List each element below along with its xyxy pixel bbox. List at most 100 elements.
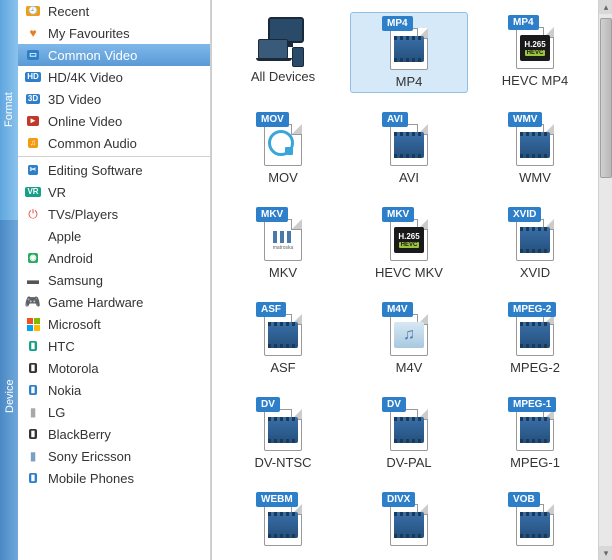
main-scrollbar[interactable]: ▴ ▾: [598, 0, 612, 560]
format-item-mpeg-1[interactable]: MPEG-1MPEG-1: [476, 394, 594, 473]
format-tag: XVID: [508, 207, 541, 222]
format-tag: MP4: [382, 16, 413, 31]
format-icon: WEBM: [254, 492, 312, 546]
format-label: DV-PAL: [386, 455, 431, 470]
sidebar-item-mobile-phones[interactable]: ▮Mobile Phones: [18, 467, 210, 489]
3d-icon: 3D: [24, 91, 42, 107]
format-item-wmv[interactable]: WMV WMV: [476, 109, 594, 188]
format-icon: MP4H.265HEVC: [506, 15, 564, 69]
sidebar-item-common-audio[interactable]: ♫Common Audio: [18, 132, 210, 154]
format-label: MKV: [269, 265, 297, 280]
format-tag: MKV: [256, 207, 288, 222]
format-label: DV-NTSC: [254, 455, 311, 470]
sidebar-tabs: Format Device: [0, 0, 18, 560]
sidebar-item-label: Motorola: [48, 361, 99, 376]
format-item-mpeg-2[interactable]: MPEG-2MPEG-2: [476, 299, 594, 378]
sidebar-item-label: Mobile Phones: [48, 471, 134, 486]
sidebar-item-apple[interactable]: Apple: [18, 225, 210, 247]
tab-device[interactable]: Device: [0, 220, 18, 560]
format-item-dv-pal[interactable]: DV DV-PAL: [350, 394, 468, 473]
sidebar-item-label: TVs/Players: [48, 207, 118, 222]
sidebar-item-tvs-players[interactable]: ⏻TVs/Players: [18, 203, 210, 225]
format-grid: All DevicesMP4MP4MP4H.265HEVCHEVC MP4MOV…: [216, 8, 608, 557]
format-item-divx[interactable]: DIVX: [350, 489, 468, 553]
sidebar-item-label: Microsoft: [48, 317, 101, 332]
format-icon: ASF: [254, 302, 312, 356]
format-icon: XVID: [506, 207, 564, 261]
microsoft-icon: [24, 316, 42, 332]
sidebar-item-label: Game Hardware: [48, 295, 143, 310]
format-item-all-devices[interactable]: All Devices: [224, 12, 342, 93]
sidebar-item-label: Common Audio: [48, 136, 137, 151]
scroll-up-button[interactable]: ▴: [599, 0, 612, 14]
format-icon: MOV: [254, 112, 312, 166]
format-icon: M4V♫: [380, 302, 438, 356]
sidebar-item-common-video[interactable]: ▭Common Video: [18, 44, 210, 66]
sidebar-item-lg[interactable]: ▮LG: [18, 401, 210, 423]
sidebar-item-3d-video[interactable]: 3D 3D Video: [18, 88, 210, 110]
sidebar-item-recent[interactable]: 🕘 Recent: [18, 0, 210, 22]
sidebar-item-android[interactable]: ◉ Android: [18, 247, 210, 269]
sidebar-item-microsoft[interactable]: Microsoft: [18, 313, 210, 335]
format-tag: MP4: [508, 15, 539, 30]
sidebar-item-label: HD/4K Video: [48, 70, 123, 85]
sidebar: Format Device 🕘 Recent ♥My Favourites▭Comm…: [0, 0, 212, 560]
format-label: WMV: [519, 170, 551, 185]
format-tag: WMV: [508, 112, 542, 127]
sidebar-item-hd-4k-video[interactable]: HDHD/4K Video: [18, 66, 210, 88]
sidebar-item-htc[interactable]: ▮HTC: [18, 335, 210, 357]
format-item-avi[interactable]: AVIAVI: [350, 109, 468, 188]
format-item-xvid[interactable]: XVIDXVID: [476, 204, 594, 283]
lg-icon: ▮: [24, 404, 42, 420]
format-icon: DV: [380, 397, 438, 451]
sidebar-item-samsung[interactable]: ▬Samsung: [18, 269, 210, 291]
format-label: MPEG-1: [510, 455, 560, 470]
format-icon: DIVX: [380, 492, 438, 546]
sidebar-item-game-hardware[interactable]: 🎮Game Hardware: [18, 291, 210, 313]
apple-icon: [24, 228, 42, 244]
format-item-asf[interactable]: ASF ASF: [224, 299, 342, 378]
format-item-dv-ntsc[interactable]: DV DV-NTSC: [224, 394, 342, 473]
format-grid-panel: All DevicesMP4MP4MP4H.265HEVCHEVC MP4MOV…: [212, 0, 612, 560]
tab-format[interactable]: Format: [0, 0, 18, 220]
sidebar-item-sony-ericsson[interactable]: ▮Sony Ericsson: [18, 445, 210, 467]
sidebar-item-label: Sony Ericsson: [48, 449, 131, 464]
sidebar-item-editing-software[interactable]: ✂Editing Software: [18, 159, 210, 181]
format-item-mp4[interactable]: MP4 MP4: [350, 12, 468, 93]
sidebar-item-label: Recent: [48, 4, 89, 19]
format-label: HEVC MKV: [375, 265, 443, 280]
format-item-hevc-mkv[interactable]: MKVH.265HEVCHEVC MKV: [350, 204, 468, 283]
format-item-vob[interactable]: VOB: [476, 489, 594, 553]
format-icon: MKVmatroska: [254, 207, 312, 261]
format-label: ASF: [270, 360, 295, 375]
format-label: M4V: [396, 360, 423, 375]
format-item-hevc-mp4[interactable]: MP4H.265HEVCHEVC MP4: [476, 12, 594, 93]
clock-icon: 🕘: [24, 3, 42, 19]
format-tag: MKV: [382, 207, 414, 222]
format-item-webm[interactable]: WEBM: [224, 489, 342, 553]
sidebar-item-nokia[interactable]: ▮ Nokia: [18, 379, 210, 401]
sidebar-item-motorola[interactable]: ▮Motorola: [18, 357, 210, 379]
format-label: MP4: [396, 74, 423, 89]
scroll-down-button[interactable]: ▾: [599, 546, 612, 560]
format-tag: DV: [256, 397, 280, 412]
sidebar-item-my-favourites[interactable]: ♥My Favourites: [18, 22, 210, 44]
android-icon: ◉: [24, 250, 42, 266]
sidebar-item-label: 3D Video: [48, 92, 101, 107]
sidebar-item-label: Android: [48, 251, 93, 266]
format-icon: WMV: [506, 112, 564, 166]
format-item-mov[interactable]: MOVMOV: [224, 109, 342, 188]
nokia-icon: ▮: [24, 382, 42, 398]
format-label: AVI: [399, 170, 419, 185]
scroll-thumb[interactable]: [600, 18, 612, 178]
sidebar-item-vr[interactable]: VRVR: [18, 181, 210, 203]
blackberry-icon: ▮: [24, 426, 42, 442]
sidebar-item-online-video[interactable]: ►Online Video: [18, 110, 210, 132]
format-icon: VOB: [506, 492, 564, 546]
format-item-mkv[interactable]: MKVmatroskaMKV: [224, 204, 342, 283]
sidebar-item-blackberry[interactable]: ▮BlackBerry: [18, 423, 210, 445]
sidebar-item-label: Nokia: [48, 383, 81, 398]
format-tag: WEBM: [256, 492, 298, 507]
format-item-m4v[interactable]: M4V♫ M4V: [350, 299, 468, 378]
format-tag: ASF: [256, 302, 286, 317]
